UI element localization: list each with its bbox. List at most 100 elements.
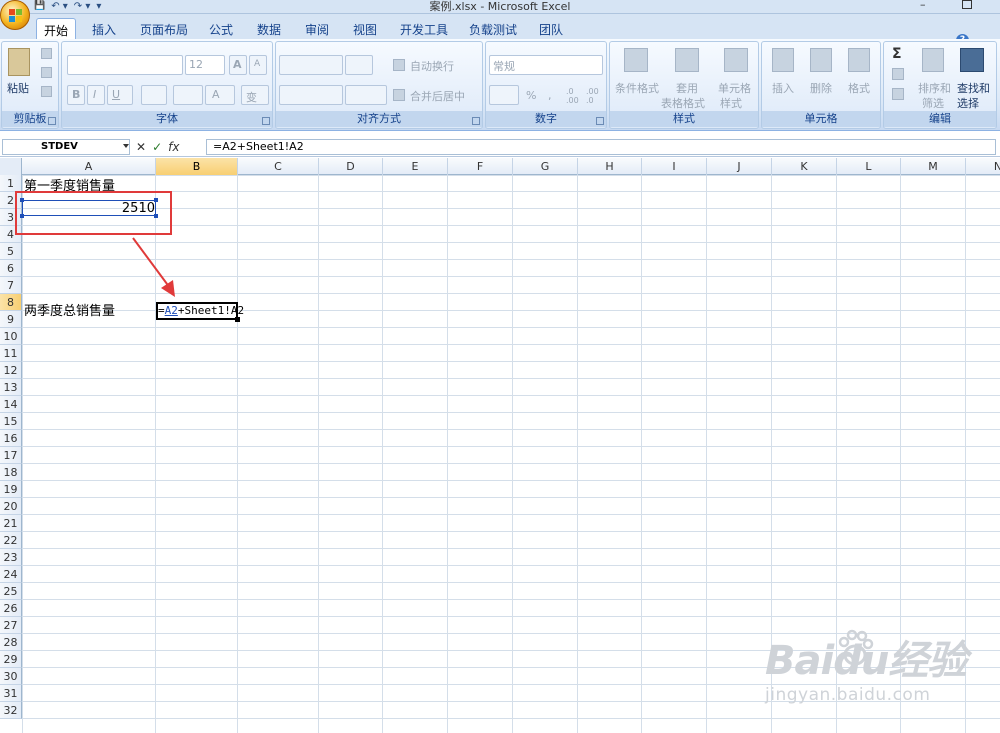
name-box-dropdown-icon[interactable] bbox=[123, 144, 129, 148]
row-header[interactable]: 31 bbox=[0, 685, 22, 702]
row-header[interactable]: 5 bbox=[0, 243, 22, 260]
row-header[interactable]: 22 bbox=[0, 532, 22, 549]
row-header[interactable]: 7 bbox=[0, 277, 22, 294]
paste-button[interactable]: 粘贴 bbox=[7, 80, 29, 96]
merge-center-button[interactable]: 合并后居中 bbox=[410, 88, 465, 104]
cut-icon[interactable] bbox=[41, 48, 52, 59]
find-select-button[interactable]: 查找和 bbox=[957, 80, 990, 96]
column-header[interactable]: N bbox=[966, 158, 1000, 175]
redo-icon[interactable]: ↷ ▾ bbox=[74, 1, 91, 12]
row-header[interactable]: 12 bbox=[0, 362, 22, 379]
row-header[interactable]: 9 bbox=[0, 311, 22, 328]
fill-color-button[interactable] bbox=[173, 85, 203, 105]
office-button[interactable] bbox=[0, 0, 30, 30]
increase-decimal-button[interactable]: .0 .00 bbox=[566, 87, 582, 105]
bold-button[interactable]: B bbox=[67, 85, 85, 105]
format-as-table-button-line2[interactable]: 表格格式 bbox=[661, 95, 705, 111]
row-header[interactable]: 13 bbox=[0, 379, 22, 396]
delete-cells-button[interactable]: 删除 bbox=[810, 80, 832, 96]
column-header[interactable]: C bbox=[238, 158, 319, 175]
border-button[interactable] bbox=[141, 85, 167, 105]
row-header[interactable]: 1 bbox=[0, 175, 22, 192]
column-header[interactable]: M bbox=[901, 158, 966, 175]
vertical-align-buttons[interactable] bbox=[279, 55, 343, 75]
insert-function-icon[interactable]: fx bbox=[168, 140, 179, 154]
row-header[interactable]: 21 bbox=[0, 515, 22, 532]
row-header[interactable]: 29 bbox=[0, 651, 22, 668]
font-name-select[interactable] bbox=[67, 55, 183, 75]
row-header[interactable]: 11 bbox=[0, 345, 22, 362]
undo-icon[interactable]: ↶ ▾ bbox=[51, 1, 68, 12]
wrap-text-button[interactable]: 自动换行 bbox=[410, 58, 454, 74]
font-size-select[interactable]: 12 bbox=[185, 55, 225, 75]
number-launcher-icon[interactable] bbox=[596, 117, 604, 125]
row-header[interactable]: 23 bbox=[0, 549, 22, 566]
find-select-button-line2[interactable]: 选择 bbox=[957, 95, 979, 111]
autosum-icon[interactable]: Σ bbox=[892, 46, 902, 62]
row-header[interactable]: 25 bbox=[0, 583, 22, 600]
alignment-launcher-icon[interactable] bbox=[472, 117, 480, 125]
row-header[interactable]: 27 bbox=[0, 617, 22, 634]
clipboard-launcher-icon[interactable] bbox=[48, 117, 56, 125]
row-header[interactable]: 26 bbox=[0, 600, 22, 617]
underline-button[interactable]: U bbox=[107, 85, 133, 105]
tab-data[interactable]: 数据 bbox=[257, 18, 281, 39]
row-header[interactable]: 15 bbox=[0, 413, 22, 430]
row-header[interactable]: 8 bbox=[0, 294, 22, 311]
tab-load-test[interactable]: 负载测试 bbox=[469, 18, 517, 39]
font-launcher-icon[interactable] bbox=[262, 117, 270, 125]
maximize-button[interactable] bbox=[962, 0, 972, 9]
sort-filter-button-line2[interactable]: 筛选 bbox=[922, 95, 944, 111]
column-header[interactable]: H bbox=[578, 158, 642, 175]
enter-icon[interactable]: ✓ bbox=[152, 140, 162, 154]
row-header[interactable]: 18 bbox=[0, 464, 22, 481]
paste-icon[interactable] bbox=[8, 48, 30, 76]
select-all-button[interactable] bbox=[0, 158, 22, 175]
orientation-button[interactable] bbox=[345, 55, 373, 75]
row-header[interactable]: 14 bbox=[0, 396, 22, 413]
row-header[interactable]: 32 bbox=[0, 702, 22, 719]
column-header[interactable]: A bbox=[22, 158, 156, 175]
clear-icon[interactable] bbox=[892, 88, 904, 100]
row-header[interactable]: 19 bbox=[0, 481, 22, 498]
format-painter-icon[interactable] bbox=[41, 86, 52, 97]
tab-view[interactable]: 视图 bbox=[353, 18, 377, 39]
minimize-button[interactable]: – bbox=[920, 0, 926, 11]
row-header[interactable]: 16 bbox=[0, 430, 22, 447]
column-header[interactable]: L bbox=[837, 158, 901, 175]
number-format-select[interactable]: 常规 bbox=[489, 55, 603, 75]
column-header[interactable]: E bbox=[383, 158, 448, 175]
format-as-table-button[interactable]: 套用 bbox=[676, 80, 698, 96]
customize-qat-icon[interactable]: ▾ bbox=[96, 1, 101, 12]
column-header[interactable]: B bbox=[156, 158, 238, 175]
row-header[interactable]: 6 bbox=[0, 260, 22, 277]
row-header[interactable]: 30 bbox=[0, 668, 22, 685]
italic-button[interactable]: I bbox=[87, 85, 105, 105]
fill-icon[interactable] bbox=[892, 68, 904, 80]
currency-button[interactable] bbox=[489, 85, 519, 105]
format-cells-button[interactable]: 格式 bbox=[848, 80, 870, 96]
column-header[interactable]: K bbox=[772, 158, 837, 175]
tab-review[interactable]: 审阅 bbox=[305, 18, 329, 39]
tab-team[interactable]: 团队 bbox=[539, 18, 563, 39]
column-header[interactable]: G bbox=[513, 158, 578, 175]
tab-formulas[interactable]: 公式 bbox=[209, 18, 233, 39]
indent-buttons[interactable] bbox=[345, 85, 387, 105]
name-box[interactable]: STDEV bbox=[2, 139, 130, 155]
grow-font-button[interactable]: A bbox=[229, 55, 247, 75]
shrink-font-button[interactable]: A bbox=[249, 55, 267, 75]
row-header[interactable]: 20 bbox=[0, 498, 22, 515]
column-header[interactable]: I bbox=[642, 158, 707, 175]
column-header[interactable]: J bbox=[707, 158, 772, 175]
font-color-button[interactable]: A bbox=[205, 85, 235, 105]
phonetic-button[interactable]: 变 bbox=[241, 85, 269, 105]
formula-input[interactable]: =A2+Sheet1!A2 bbox=[206, 139, 996, 155]
tab-home[interactable]: 开始 bbox=[36, 18, 76, 39]
sort-filter-button[interactable]: 排序和 bbox=[918, 80, 951, 96]
row-header[interactable]: 10 bbox=[0, 328, 22, 345]
comma-button[interactable]: , bbox=[548, 89, 552, 102]
cancel-icon[interactable]: ✕ bbox=[136, 140, 146, 154]
decrease-decimal-button[interactable]: .00 .0 bbox=[586, 87, 604, 105]
percent-button[interactable]: % bbox=[526, 89, 536, 102]
cell-styles-button-line2[interactable]: 样式 bbox=[720, 95, 742, 111]
